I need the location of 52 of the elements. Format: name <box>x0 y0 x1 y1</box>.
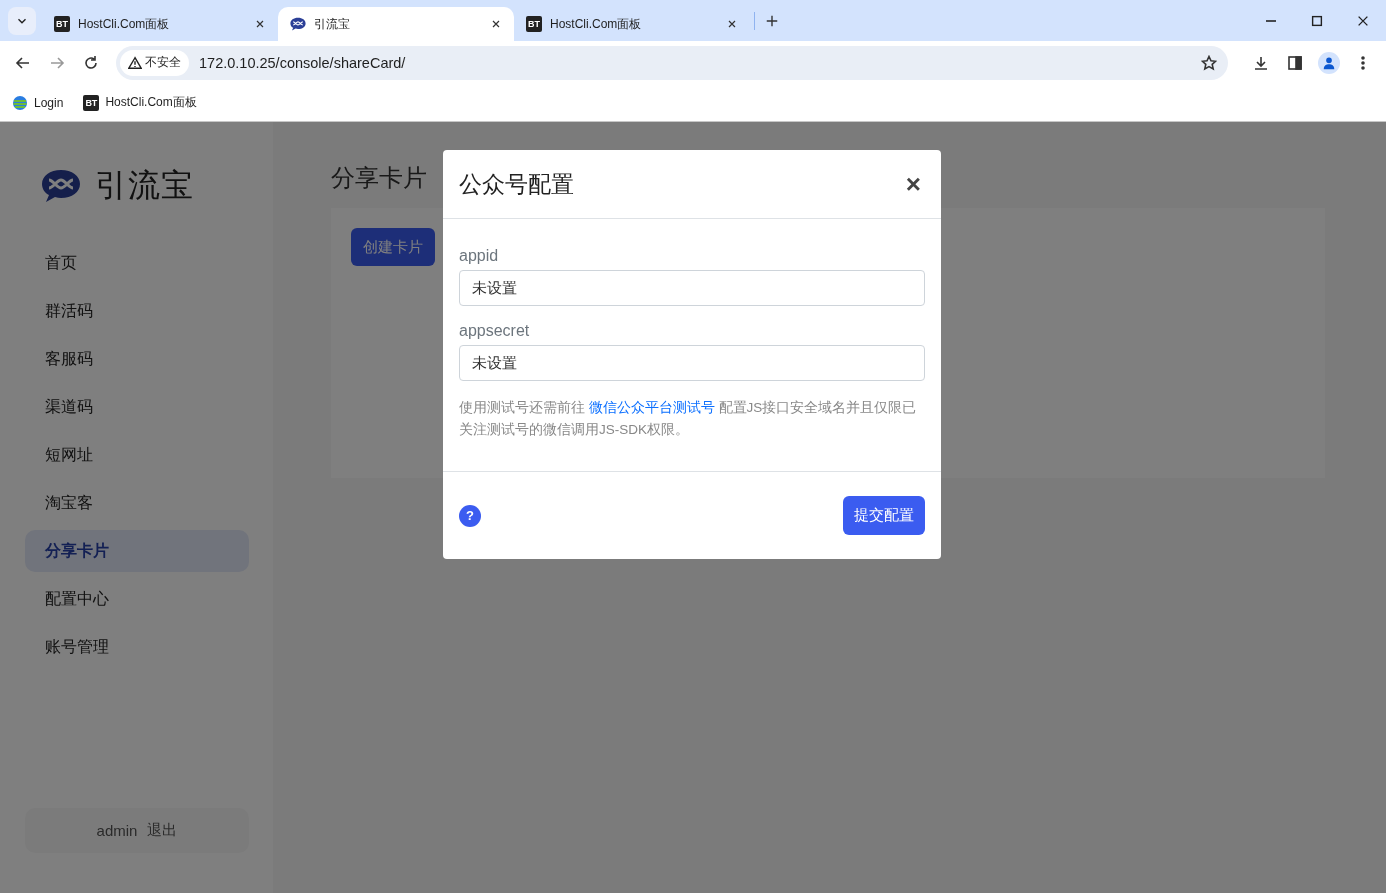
favicon-icon: BT <box>54 16 70 32</box>
nav-item[interactable]: 分享卡片 <box>25 530 249 572</box>
nav-item[interactable]: 账号管理 <box>25 626 249 668</box>
reload-icon <box>83 54 99 71</box>
field-label: appsecret <box>459 322 531 340</box>
browser-tab[interactable]: BT HostCli.Com面板 <box>42 7 278 41</box>
nav-item[interactable]: 配置中心 <box>25 578 249 620</box>
globe-icon <box>12 94 28 111</box>
help-text: 使用测试号还需前往 微信公众平台测试号 配置JS接口安全域名并且仅限已关注测试号的微信调用JS-SDK权限。 <box>459 399 918 439</box>
favicon-icon: BT <box>83 94 100 111</box>
browser-tab[interactable]: BT HostCli.Com面板 <box>514 7 750 41</box>
close-icon <box>254 18 266 30</box>
page-title: 分享卡片 <box>331 163 427 193</box>
avatar-icon <box>1318 51 1340 74</box>
chat-bubble-icon <box>290 16 306 32</box>
url-text: 172.0.10.25/console/shareCard/ <box>199 54 407 71</box>
plus-icon <box>765 13 779 28</box>
favicon-icon: BT <box>526 16 542 32</box>
warning-icon <box>128 55 142 70</box>
nav-item[interactable]: 首页 <box>25 242 249 284</box>
username: admin <box>96 822 138 839</box>
input-field[interactable]: 未设置 <box>459 345 925 381</box>
nav-item[interactable]: 短网址 <box>25 434 249 476</box>
bookmark-link[interactable]: Login <box>12 94 64 111</box>
side-panel-icon <box>1287 54 1303 71</box>
dialog-title: 公众号配置 <box>459 169 574 199</box>
test-account-link[interactable]: 微信公众平台测试号 <box>588 400 715 415</box>
security-chip[interactable]: 不安全 <box>120 49 189 76</box>
address-bar[interactable]: 不安全 172.0.10.25/console/shareCard/ <box>116 45 1228 80</box>
brand-name: 引流宝 <box>95 166 194 205</box>
close-icon <box>490 18 502 30</box>
nav-item[interactable]: 淘宝客 <box>25 482 249 524</box>
download-icon <box>1253 54 1269 71</box>
maximize-icon <box>1310 13 1324 28</box>
create-card-button[interactable]: 创建卡片 <box>351 228 435 266</box>
logout-link[interactable]: 退出 <box>147 821 178 840</box>
browser-tab[interactable]: 引流宝 <box>278 7 514 41</box>
help-button[interactable]: ? <box>459 504 481 527</box>
back-arrow-icon <box>15 54 31 71</box>
logo-icon <box>41 168 81 204</box>
nav-item[interactable]: 渠道码 <box>25 386 249 428</box>
star-icon <box>1201 54 1217 71</box>
close-icon <box>726 18 738 30</box>
submit-button[interactable]: 提交配置 <box>843 496 925 535</box>
minimize-icon <box>1266 19 1276 22</box>
input-field[interactable]: 未设置 <box>459 270 925 306</box>
close-button[interactable]: × <box>901 168 925 200</box>
nav-item[interactable]: 群活码 <box>25 290 249 332</box>
field-label: appid <box>459 247 500 265</box>
nav-item[interactable]: 客服码 <box>25 338 249 380</box>
bookmark-link[interactable]: BT HostCli.Com面板 <box>83 94 197 111</box>
forward-arrow-icon <box>49 54 65 71</box>
